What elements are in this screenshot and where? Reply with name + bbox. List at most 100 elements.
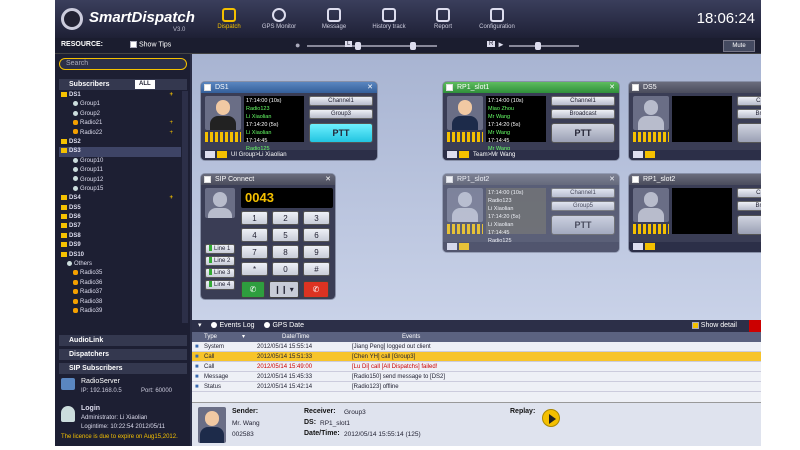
tree-item[interactable]: Radio37: [59, 288, 181, 297]
event-row[interactable]: ■ System 2012/05/14 15:55:14 [Jiang Peng] l…: [192, 342, 761, 352]
tree-item[interactable]: DS9: [59, 241, 181, 250]
tree-item[interactable]: DS8: [59, 232, 181, 241]
lock-icon[interactable]: [633, 242, 643, 250]
keypad-key[interactable]: 3: [303, 211, 330, 225]
left-volume-slider[interactable]: [367, 45, 437, 47]
audiolink-header[interactable]: AudioLink: [59, 335, 187, 346]
card-rp1-slot1-broadcast-button[interactable]: Broadcast: [551, 109, 615, 119]
col-type[interactable]: Type: [204, 332, 217, 342]
speaker-icon[interactable]: [645, 150, 655, 158]
add-icon[interactable]: +: [169, 129, 173, 138]
event-row[interactable]: ■ Status 2012/05/14 15:42:14 [Radio123] off…: [192, 382, 761, 392]
event-row[interactable]: ■ Call 2012/05/14 15:51:33 [Chen YH] call […: [192, 352, 761, 362]
right-volume-slider[interactable]: [509, 45, 579, 47]
sip-line-button[interactable]: Line 4: [205, 280, 235, 290]
card-rp1-slot1-channel-button[interactable]: Channel1: [551, 96, 615, 106]
lock-icon[interactable]: [205, 150, 215, 158]
sip-line-button[interactable]: Line 2: [205, 256, 235, 266]
add-icon[interactable]: +: [169, 91, 173, 100]
tree-item[interactable]: Group1: [59, 100, 181, 109]
keypad-key[interactable]: 9: [303, 245, 330, 259]
tree-item[interactable]: Group11: [59, 166, 181, 175]
dispatchers-header[interactable]: Dispatchers: [59, 349, 187, 360]
card-rp1-slot2-b-channel-button[interactable]: Channel1: [737, 188, 761, 198]
speaker-icon[interactable]: [217, 150, 227, 158]
speaker-icon[interactable]: [459, 242, 469, 250]
show-detail-checkbox[interactable]: Show detail: [691, 320, 737, 332]
card-rp1-slot2-a-group-button[interactable]: Group5: [551, 201, 615, 211]
tree-item[interactable]: DS7: [59, 222, 181, 231]
event-row[interactable]: ■ Call 2012/05/14 15:49:00 [Lu Di] call [Al…: [192, 362, 761, 372]
search-input[interactable]: Search: [59, 58, 187, 70]
mute-button[interactable]: Mute: [723, 40, 755, 52]
tree-scrollbar[interactable]: [182, 91, 188, 323]
tree-item[interactable]: DS10: [59, 251, 181, 260]
keypad-key[interactable]: 7: [241, 245, 268, 259]
tree-item[interactable]: Group12: [59, 176, 181, 185]
tree-item[interactable]: Others: [59, 260, 181, 269]
card-ds1-channel-button[interactable]: Channel1: [309, 96, 373, 106]
tree-item[interactable]: DS3: [59, 147, 181, 157]
card-ds5-ptt-button[interactable]: PTT: [737, 123, 761, 143]
close-icon[interactable]: ✕: [609, 174, 615, 185]
hold-button[interactable]: ❙❙ ▾: [269, 281, 299, 298]
close-icon[interactable]: ✕: [609, 82, 615, 93]
keypad-key[interactable]: 2: [272, 211, 299, 225]
tree-item[interactable]: Group2: [59, 110, 181, 119]
col-datetime[interactable]: Date/Time: [282, 332, 309, 342]
card-ds1-checkbox[interactable]: [204, 84, 211, 91]
card-ds1-group-button[interactable]: Group3: [309, 109, 373, 119]
filter-all-select[interactable]: ALL: [135, 80, 155, 89]
keypad-key[interactable]: 4: [241, 228, 268, 242]
play-icon[interactable]: [542, 409, 560, 427]
left-volume-knob[interactable]: [410, 42, 416, 50]
nav-gps-monitor[interactable]: GPS Monitor: [252, 6, 306, 36]
card-ds1-ptt-button[interactable]: PTT: [309, 123, 373, 143]
nav-configuration[interactable]: Configuration: [470, 6, 524, 36]
keypad-key[interactable]: 8: [272, 245, 299, 259]
tree-item[interactable]: Radio21 +: [59, 119, 181, 128]
nav-message[interactable]: Message: [307, 6, 361, 36]
lock-icon[interactable]: [633, 150, 643, 158]
col-events[interactable]: Events: [402, 332, 420, 342]
show-tips-checkbox[interactable]: Show Tips: [130, 41, 171, 48]
card-rp1-slot2-a-channel-button[interactable]: Channel1: [551, 188, 615, 198]
keypad-key[interactable]: 0: [272, 262, 299, 276]
tree-item[interactable]: Radio38: [59, 298, 181, 307]
keypad-key[interactable]: 1: [241, 211, 268, 225]
nav-dispatch[interactable]: Dispatch: [202, 6, 256, 36]
keypad-key[interactable]: *: [241, 262, 268, 276]
hangup-button[interactable]: ✆: [303, 281, 329, 298]
card-rp1-slot2-a-ptt-button[interactable]: PTT: [551, 215, 615, 235]
sip-dial-display[interactable]: 0043: [241, 188, 333, 208]
tree-item[interactable]: Radio39: [59, 307, 181, 316]
add-icon[interactable]: +: [169, 119, 173, 128]
card-ds5-channel-button[interactable]: Channel1: [737, 96, 761, 106]
collapse-icon[interactable]: ▾: [198, 322, 202, 329]
subscribers-header[interactable]: Subscribers ALL: [59, 79, 187, 90]
tree-item[interactable]: Group15: [59, 185, 181, 194]
keypad-key[interactable]: 5: [272, 228, 299, 242]
card-ds5-checkbox[interactable]: [632, 84, 639, 91]
tree-item[interactable]: DS1 +: [59, 91, 181, 100]
card-rp1-slot1-checkbox[interactable]: [446, 84, 453, 91]
card-rp1-slot2-a-checkbox[interactable]: [446, 176, 453, 183]
speaker-icon[interactable]: [459, 150, 469, 158]
nav-report[interactable]: Report: [416, 6, 470, 36]
tree-item[interactable]: Radio35: [59, 269, 181, 278]
speaker-icon[interactable]: [645, 242, 655, 250]
event-row[interactable]: ■ Message 2012/05/14 15:45:33 [Radio150] se…: [192, 372, 761, 382]
tree-item[interactable]: DS2: [59, 138, 181, 147]
tab-events-log[interactable]: Events Log: [203, 322, 255, 329]
sort-icon[interactable]: ▾: [242, 332, 245, 342]
sip-line-button[interactable]: Line 1: [205, 244, 235, 254]
card-sip-checkbox[interactable]: [204, 176, 211, 183]
add-icon[interactable]: +: [169, 194, 173, 203]
card-rp1-slot1-ptt-button[interactable]: PTT: [551, 123, 615, 143]
sip-subscribers-header[interactable]: SIP Subscribers: [59, 363, 187, 374]
tree-item[interactable]: Radio36: [59, 279, 181, 288]
sip-line-button[interactable]: Line 3: [205, 268, 235, 278]
lock-icon[interactable]: [447, 150, 457, 158]
tree-item[interactable]: Radio22 +: [59, 129, 181, 138]
card-rp1-slot2-b-broadcast-button[interactable]: Broadcast: [737, 201, 761, 211]
